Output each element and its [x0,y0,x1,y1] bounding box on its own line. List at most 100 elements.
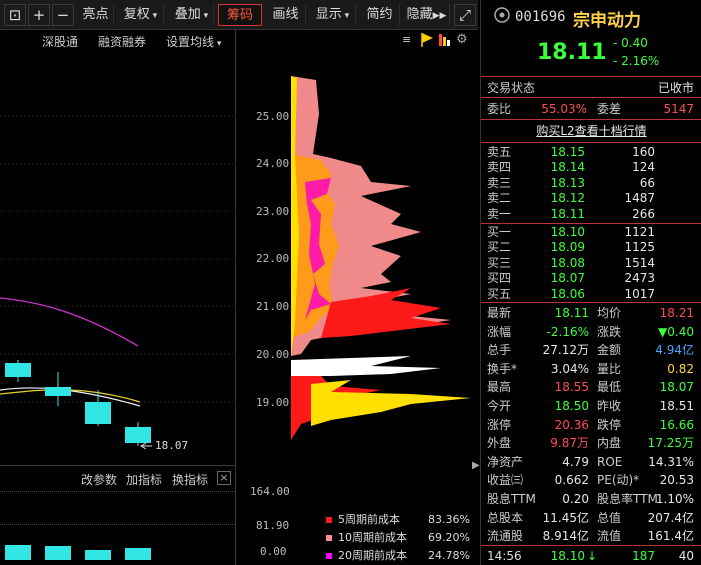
l2-link-text[interactable]: 购买L2查看十档行情 [536,124,646,138]
order-book-row[interactable]: 买一 18.10 1121 [481,225,701,240]
stat-label: 股息率TTM [597,492,658,506]
swap-indicator-button[interactable]: 换指标 [172,471,208,488]
liangdian-button[interactable]: 亮点 [78,4,114,26]
stat-value: 161.4亿 [647,529,694,544]
price-tick: 19.00 [256,396,290,409]
order-book-row[interactable]: 卖二 18.12 1487 [481,191,701,206]
junxian-dropdown[interactable]: 设置均线 ▾ [166,33,221,51]
legend-dot [326,535,332,541]
minus-icon[interactable]: − [52,4,74,26]
volume-bar [125,548,151,560]
order-price: 18.13 [550,175,585,190]
double-arrow-right-icon: ▶▶ [432,11,447,21]
price-tick: 25.00 [256,110,290,123]
weibi-value: 55.03% [541,102,587,116]
stat-value: 18.51 [659,399,694,413]
rongzi-link[interactable]: 融资融券 [98,33,146,51]
collapse-arrow-icon[interactable]: ▶ [472,460,480,478]
order-book-row[interactable]: 卖五 18.15 160 [481,145,701,160]
order-level-label: 买三 [487,255,512,270]
tick-volume: 187 [632,549,655,563]
stat-label: 内盘 [597,436,622,451]
order-level-label: 卖四 [487,160,512,175]
lock-icon[interactable]: ⊡ [4,4,26,26]
menu-lines-icon[interactable]: ≡ [402,33,414,47]
kline-area [0,115,235,450]
stats-row: 最新 18.11 均价 18.21 [481,304,701,322]
edit-params-button[interactable]: 改参数 [81,471,117,488]
stat-value: 14.31% [648,454,694,469]
status-value: 已收市 [657,81,694,95]
close-indicator-button[interactable]: × [217,471,231,485]
status-label: 交易状态 [487,81,536,95]
pane-separator [235,30,236,565]
stat-label: 流通股 [487,529,524,544]
order-level-label: 卖五 [487,145,512,159]
stats-row: 换手* 3.04% 量比 0.82 [481,360,701,378]
volume-tick: 164.00 [250,485,290,498]
caret-down-icon: ▾ [341,11,350,21]
yincang-button[interactable]: 隐藏▶▶ [404,4,450,26]
tick-price: 18.10 [550,549,585,563]
stats-row: 净资产 4.79 ROE 14.31% [481,453,701,471]
order-book-row[interactable]: 卖三 18.13 66 [481,176,701,191]
stat-value: 18.11 [554,306,589,320]
diejia-label: 叠加 [174,7,201,22]
candle [125,427,151,443]
divider [481,302,701,303]
stats-row: 外盘 9.87万 内盘 17.25万 [481,434,701,452]
xianshi-label: 显示 [315,7,342,22]
order-volume: 66 [639,175,655,190]
eye-icon[interactable] [493,6,511,24]
price-tick: 21.00 [256,300,290,313]
stat-value: 0.82 [667,361,694,376]
order-volume: 1487 [624,191,655,206]
stat-label: 净资产 [487,454,524,469]
order-book-row[interactable]: 买四 18.07 2473 [481,271,701,286]
order-book-row[interactable]: 买二 18.09 1125 [481,240,701,255]
huaxian-button[interactable]: 画线 [266,4,306,26]
stat-label: 今开 [487,399,512,413]
candle [85,402,111,424]
plus-icon[interactable]: + [28,4,50,26]
stat-label: 收益㈢ [487,473,524,488]
l2-link[interactable]: 购买L2查看十档行情 [481,122,701,140]
order-book-row[interactable]: 卖四 18.14 124 [481,160,701,175]
tick-row: 14:56 18.10 ↓ 187 40 [481,547,701,565]
chip-distribution [291,76,471,440]
jianyue-button[interactable]: 简约 [360,4,400,26]
order-book-row[interactable]: 买三 18.08 1514 [481,256,701,271]
shengutong-link[interactable]: 深股通 [42,33,78,51]
stat-label: 股息TTM [487,492,536,506]
stat-value: 20.36 [554,417,589,432]
fuquan-dropdown[interactable]: 复权 ▾ [118,4,164,26]
stat-label: 涨停 [487,417,512,432]
legend-label: 20周期前成本 [338,549,407,562]
order-book-row[interactable]: 卖一 18.11 266 [481,207,701,222]
volume-tick: 81.90 [256,519,290,532]
order-price: 18.09 [550,240,585,255]
stock-name: 宗申动力 [573,11,641,31]
flag-icon[interactable] [420,32,434,48]
chip-legend-item: 5周期前成本 83.36% [326,511,476,529]
legend-dot [326,517,332,523]
chouma-button[interactable]: 筹码 [218,4,262,26]
order-level-label: 买二 [487,240,512,255]
order-book-row[interactable]: 买五 18.06 1017 [481,287,701,302]
chip-bars-icon[interactable] [438,32,452,48]
stat-value: 9.87万 [550,436,589,451]
stats-row: 流通股 8.914亿 流值 161.4亿 [481,527,701,545]
gear-icon[interactable]: ⚙ [456,32,470,48]
xianshi-dropdown[interactable]: 显示 ▾ [310,4,356,26]
add-indicator-button[interactable]: 加指标 [126,471,162,488]
stat-label: 流值 [597,529,622,544]
order-level-label: 卖二 [487,191,512,206]
order-volume: 1514 [624,255,655,270]
yincang-label: 隐藏 [406,7,433,22]
tick-count: 40 [678,549,694,563]
expand-icon[interactable]: ⤢ [454,4,476,26]
divider [481,142,701,143]
diejia-dropdown[interactable]: 叠加 ▾ [170,4,214,26]
caret-down-icon: ▾ [200,11,209,21]
stats-row: 最高 18.55 最低 18.07 [481,378,701,396]
